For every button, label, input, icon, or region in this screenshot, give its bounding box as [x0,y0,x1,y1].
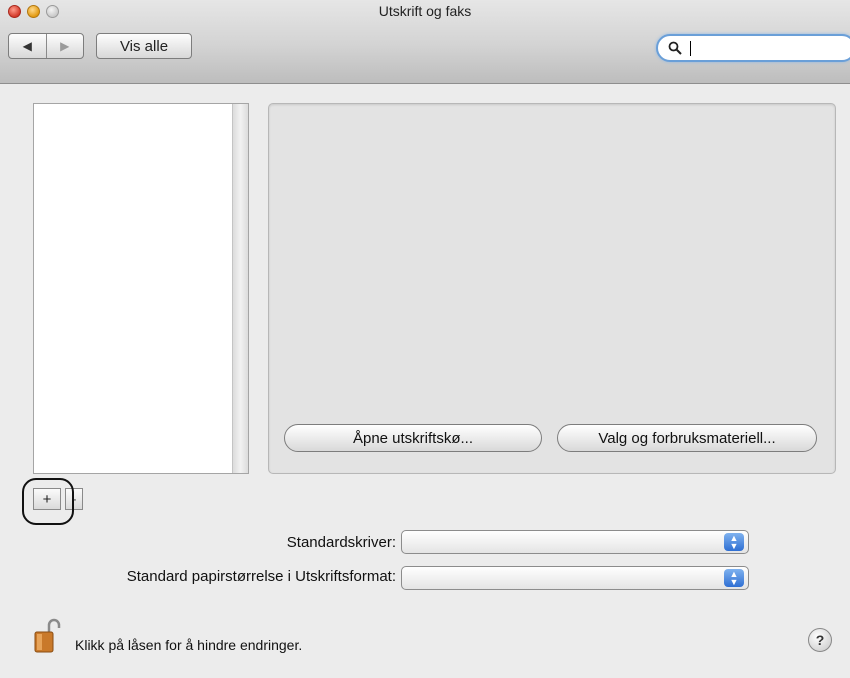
window-title: Utskrift og faks [378,3,472,19]
default-printer-label: Standardskriver: [286,534,396,551]
lock-message: Klikk på låsen for å hindre endringer. [75,637,303,653]
forward-button[interactable]: ▶ [47,34,84,58]
default-paper-size-popup[interactable]: ▲ ▼ [401,566,749,590]
popup-arrows-icon: ▲ ▼ [724,569,744,587]
forward-arrow-icon: ▶ [60,39,70,53]
back-forward-control: ◀ ▶ [8,33,84,59]
title-toolbar: Utskrift og faks ◀ ▶ Vis alle [0,0,850,84]
search-icon [668,41,682,55]
back-arrow-icon: ◀ [22,39,32,53]
search-field[interactable] [656,34,850,62]
text-cursor [690,41,691,56]
default-paper-size-label: Standard papirstørrelse i Utskriftsforma… [126,568,396,585]
default-printer-popup[interactable]: ▲ ▼ [401,530,749,554]
printer-detail-pane [268,103,836,474]
back-button[interactable]: ◀ [9,34,47,58]
add-button-highlight-ring [22,478,74,525]
printer-list-scrollbar[interactable] [232,104,248,473]
open-print-queue-button[interactable]: Åpne utskriftskø... [284,424,542,452]
help-button[interactable]: ? [808,628,832,652]
print-fax-preferences-window: Utskrift og faks ◀ ▶ Vis alle + - Åpne u… [0,0,850,678]
unlocked-padlock-icon[interactable] [33,618,63,654]
printer-list[interactable] [33,103,249,474]
options-supplies-button[interactable]: Valg og forbruksmateriell... [557,424,817,452]
popup-arrows-icon: ▲ ▼ [724,533,744,551]
show-all-button[interactable]: Vis alle [96,33,192,59]
